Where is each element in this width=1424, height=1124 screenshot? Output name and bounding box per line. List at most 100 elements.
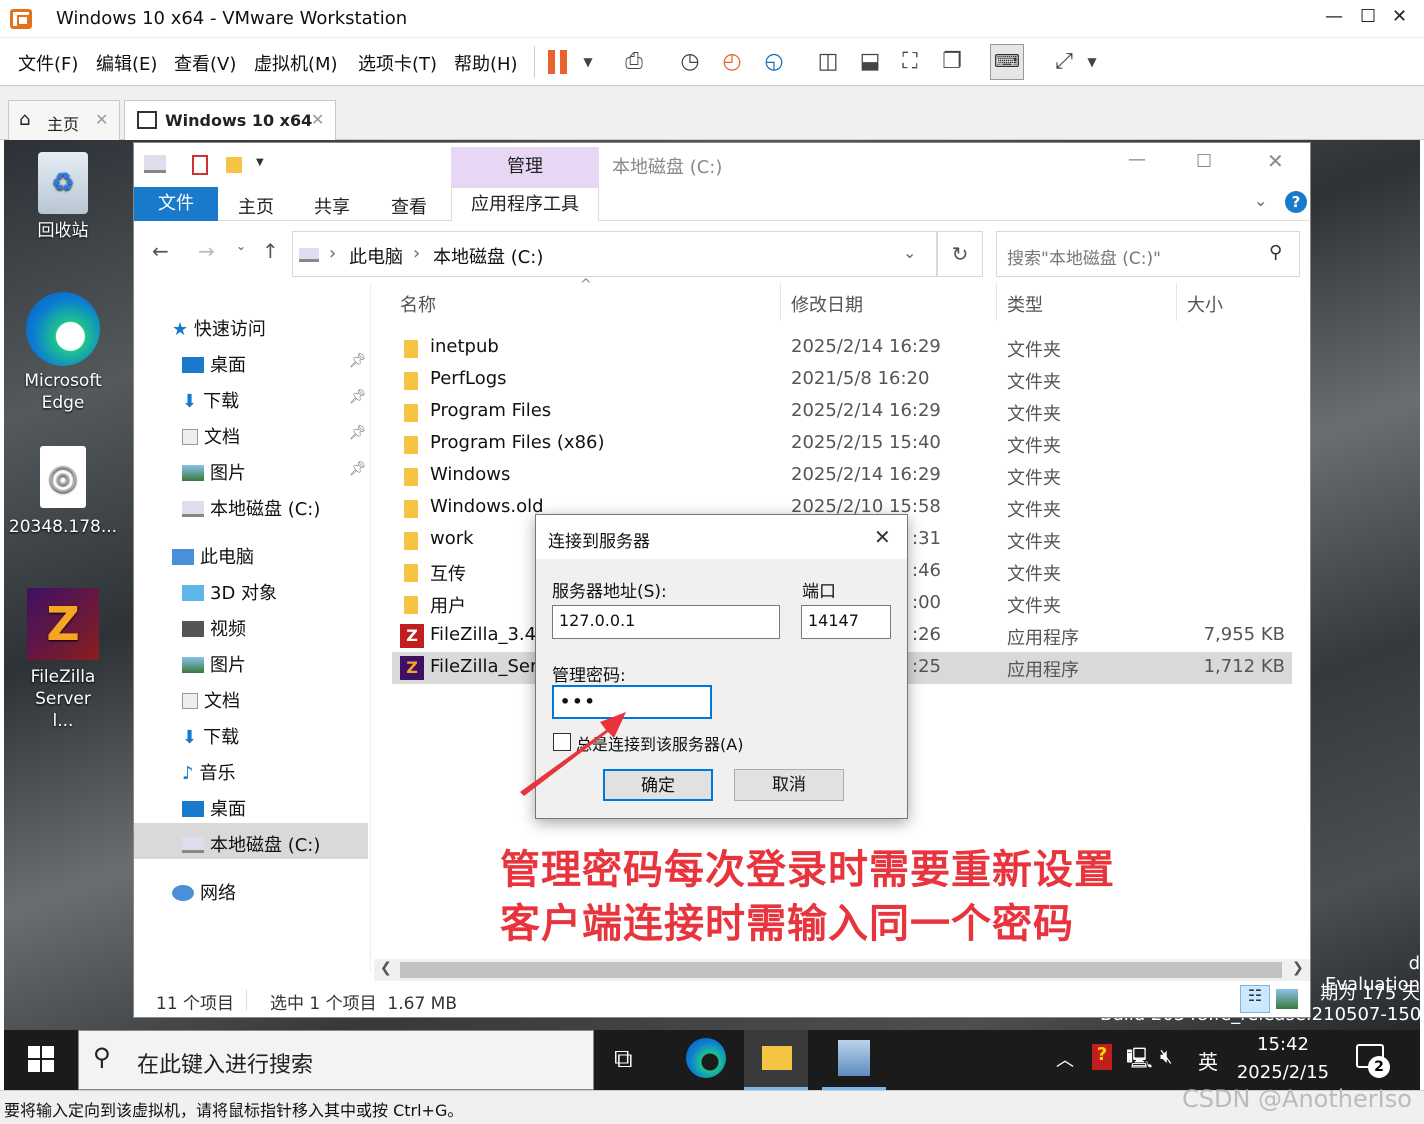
tab-home[interactable]: 主页	[238, 193, 274, 219]
close-tab-icon[interactable]: ✕	[95, 110, 108, 129]
scroll-right-icon[interactable]: ❯	[1292, 960, 1304, 976]
fullscreen-icon[interactable]: ⛶	[896, 48, 924, 76]
pin-icon[interactable]: 📌︎	[349, 461, 367, 477]
edge-taskbar-icon[interactable]	[686, 1038, 726, 1078]
snapshot-manager-icon[interactable]: ◵	[760, 48, 788, 76]
close-button[interactable]: ✕	[1392, 6, 1407, 27]
close-tab-icon[interactable]: ✕	[311, 110, 324, 129]
desktop-icon-iso[interactable]: ◎ 20348.178...	[8, 446, 118, 538]
sidebar-item-videos[interactable]: 视频	[182, 615, 246, 641]
scrollbar-thumb[interactable]	[400, 962, 1282, 978]
help-icon[interactable]: ?	[1285, 191, 1307, 213]
stretch-icon[interactable]: ⤢	[1050, 48, 1078, 76]
refresh-icon[interactable]: ↻	[937, 231, 983, 277]
clock-date[interactable]: 2025/2/15	[1228, 1062, 1338, 1083]
details-view-icon[interactable]: ☷	[1240, 985, 1270, 1013]
manage-tab[interactable]: 管理	[451, 147, 599, 187]
quick-access-dropdown-icon[interactable]: ▼	[256, 157, 264, 168]
desktop-icon-edge[interactable]: Microsoft Edge	[8, 292, 118, 414]
network-tray-icon[interactable]: 🖳︎	[1126, 1044, 1153, 1078]
sidebar-view-icon[interactable]: ◫	[814, 48, 842, 76]
maximize-button[interactable]: ☐	[1360, 6, 1376, 27]
menu-view[interactable]: 查看(V)	[174, 50, 236, 76]
file-row[interactable]: inetpub 2025/2/14 16:29 文件夹	[392, 332, 1292, 364]
volume-muted-icon[interactable]: 🔇︎	[1160, 1044, 1173, 1068]
column-date[interactable]: 修改日期	[791, 291, 863, 317]
sidebar-item-documents[interactable]: 文档	[182, 423, 240, 449]
sidebar-item-3d-objects[interactable]: 3D 对象	[182, 579, 277, 605]
thumbnail-view-icon[interactable]: ⬓	[856, 48, 884, 76]
file-row[interactable]: Windows 2025/2/14 16:29 文件夹	[392, 460, 1292, 492]
minimize-button[interactable]: —	[1325, 6, 1343, 27]
ribbon-expand-icon[interactable]: ⌄	[1254, 191, 1267, 210]
column-type[interactable]: 类型	[1007, 291, 1043, 317]
address-bar[interactable]: › 此电脑 › 本地磁盘 (C:) ⌄	[292, 231, 937, 277]
tab-windows10[interactable]: Windows 10 x64 ✕	[124, 100, 336, 140]
pause-dropdown-icon[interactable]: ▼	[574, 48, 602, 76]
dialog-close-icon[interactable]: ✕	[874, 525, 891, 549]
stretch-dropdown-icon[interactable]: ▼	[1078, 48, 1106, 76]
sidebar-item-music[interactable]: ♪ 音乐	[182, 759, 236, 785]
menu-vm[interactable]: 虚拟机(M)	[254, 50, 338, 76]
ime-indicator[interactable]: 英	[1198, 1046, 1218, 1075]
help-tray-icon[interactable]: ?	[1092, 1044, 1112, 1070]
properties-icon[interactable]	[192, 155, 208, 175]
sidebar-network[interactable]: 网络	[172, 879, 236, 905]
cancel-button[interactable]: 取消	[734, 769, 844, 801]
tab-home[interactable]: ⌂ 主页 ✕	[8, 100, 120, 140]
column-name[interactable]: 名称	[400, 291, 436, 317]
pin-icon[interactable]: 📌︎	[349, 389, 367, 405]
file-row[interactable]: PerfLogs 2021/5/8 16:20 文件夹	[392, 364, 1292, 396]
file-explorer-taskbar-button[interactable]	[744, 1030, 808, 1090]
address-dropdown-icon[interactable]: ⌄	[903, 243, 916, 262]
unity-icon[interactable]: ❐	[938, 48, 966, 76]
notification-center-icon[interactable]: 2	[1356, 1044, 1390, 1078]
menu-help[interactable]: 帮助(H)	[454, 50, 518, 76]
pause-icon[interactable]	[548, 50, 570, 74]
new-folder-icon[interactable]	[226, 157, 242, 173]
sidebar-item-pictures[interactable]: 图片	[182, 651, 246, 677]
tab-application-tools[interactable]: 应用程序工具	[451, 187, 599, 221]
file-row[interactable]: Program Files (x86) 2025/2/15 15:40 文件夹	[392, 428, 1292, 460]
server-address-input[interactable]: 127.0.0.1	[552, 605, 780, 639]
sidebar-item-desktop[interactable]: 桌面	[182, 351, 246, 377]
clock-time[interactable]: 15:42	[1238, 1034, 1328, 1055]
show-hidden-icons-icon[interactable]: ︿	[1056, 1046, 1074, 1072]
horizontal-scrollbar[interactable]: ❮ ❯	[374, 959, 1310, 981]
revert-snapshot-icon[interactable]: ◴	[718, 48, 746, 76]
sidebar-this-pc[interactable]: 此电脑	[172, 543, 254, 569]
scroll-left-icon[interactable]: ❮	[380, 960, 392, 976]
pin-icon[interactable]: 📌︎	[349, 353, 367, 369]
snapshot-icon[interactable]: ◷	[676, 48, 704, 76]
pin-icon[interactable]: 📌︎	[349, 425, 367, 441]
back-icon[interactable]: ←	[152, 239, 169, 263]
breadcrumb-drive-c[interactable]: 本地磁盘 (C:)	[433, 243, 543, 269]
sidebar-item-desktop[interactable]: 桌面	[182, 795, 246, 821]
sidebar-item-drive-c[interactable]: 本地磁盘 (C:)	[182, 495, 320, 521]
console-view-icon[interactable]: ⌨	[990, 44, 1024, 80]
explorer-close-button[interactable]: ✕	[1267, 149, 1284, 173]
port-input[interactable]: 14147	[801, 605, 891, 639]
column-size[interactable]: 大小	[1187, 291, 1223, 317]
up-icon[interactable]: ↑	[262, 239, 279, 263]
explorer-minimize-button[interactable]: —	[1128, 149, 1146, 170]
search-input[interactable]: 搜索"本地磁盘 (C:)" ⚲	[996, 231, 1300, 277]
file-row[interactable]: Program Files 2025/2/14 16:29 文件夹	[392, 396, 1292, 428]
tab-share[interactable]: 共享	[314, 193, 350, 219]
sidebar-quick-access[interactable]: ★ 快速访问	[172, 315, 266, 341]
task-view-icon[interactable]: ⧉	[614, 1044, 633, 1075]
tab-file[interactable]: 文件	[134, 187, 218, 221]
menu-edit[interactable]: 编辑(E)	[96, 50, 157, 76]
recent-dropdown-icon[interactable]: ⌄	[236, 239, 246, 253]
server-manager-taskbar-button[interactable]	[822, 1030, 886, 1090]
sidebar-item-downloads[interactable]: ⬇ 下载	[182, 387, 239, 413]
menu-tabs[interactable]: 选项卡(T)	[358, 50, 437, 76]
sidebar-item-documents[interactable]: 文档	[182, 687, 240, 713]
breadcrumb-this-pc[interactable]: 此电脑	[349, 243, 403, 269]
menu-file[interactable]: 文件(F)	[18, 50, 78, 76]
sidebar-item-pictures[interactable]: 图片	[182, 459, 246, 485]
desktop-icon-filezilla[interactable]: Z FileZilla Server l...	[8, 588, 118, 732]
tab-view[interactable]: 查看	[391, 193, 427, 219]
forward-icon[interactable]: →	[198, 239, 215, 263]
sidebar-item-drive-c-selected[interactable]: 本地磁盘 (C:)	[182, 831, 320, 857]
